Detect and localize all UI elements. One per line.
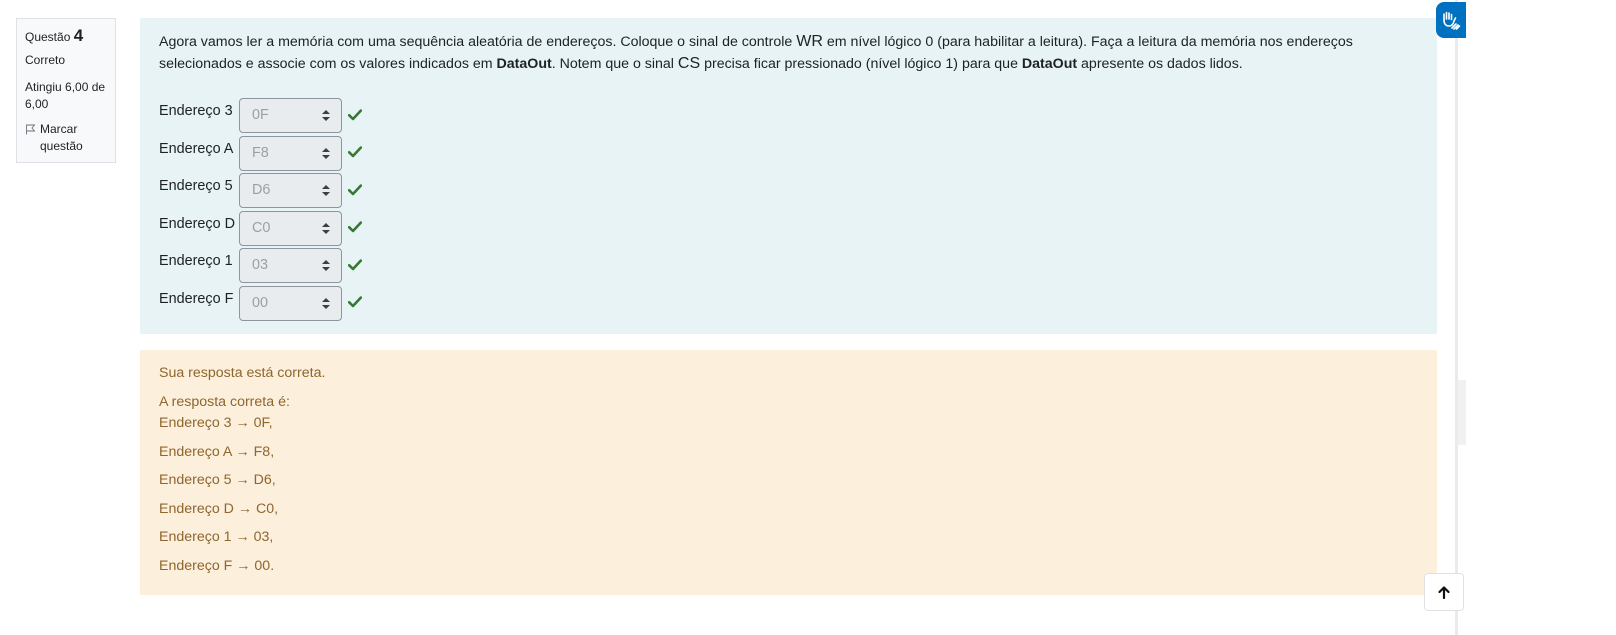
answer-select-value: F8 (252, 144, 269, 161)
signal-cs: CS (677, 55, 701, 72)
right-answer-item: Endereço F → 00. (159, 557, 275, 574)
question-formulation: Agora vamos ler a memória com uma sequên… (140, 18, 1437, 334)
check-icon (348, 296, 362, 308)
check-icon (348, 221, 362, 233)
question-text-part: precisa ficar pressionado (nível lógico … (700, 56, 1022, 72)
feedback-panel: Sua resposta está correta. A resposta co… (140, 350, 1437, 595)
match-row: Endereço D C0 (159, 210, 1417, 248)
question-text-part: . Notem que o sinal (551, 56, 678, 72)
answer-select[interactable]: C0 (239, 210, 342, 246)
arrow-up-icon (1438, 585, 1450, 599)
check-icon (348, 259, 362, 271)
sort-arrows-icon (322, 110, 330, 122)
sort-arrows-icon (322, 260, 330, 272)
answer-select[interactable]: D6 (239, 173, 342, 209)
right-answer-item: Endereço 5 → D6, (159, 472, 276, 488)
question-number: Questão 4 (25, 27, 107, 46)
signal-wr: WR (796, 33, 823, 50)
signal-dataout: DataOut (496, 56, 552, 72)
match-row: Endereço 3 0F (159, 97, 1417, 135)
check-icon (348, 109, 362, 121)
flag-question-label: Marcar questão (40, 122, 83, 153)
match-row: Endereço 5 D6 (159, 172, 1417, 210)
flag-question-link[interactable]: Marcar questão (25, 121, 107, 155)
check-icon (348, 184, 362, 196)
question-grade: Atingiu 6,00 de 6,00 (25, 80, 106, 111)
back-to-top-button[interactable] (1424, 573, 1464, 611)
address-label: Endereço F (159, 290, 234, 307)
right-answer-item: Endereço D → C0, (159, 500, 279, 517)
address-label: Endereço A (159, 140, 234, 157)
right-answer-item: Endereço 1 → 03, (159, 529, 274, 545)
answer-select-value: 03 (252, 257, 269, 274)
question-number-value: 4 (73, 26, 84, 45)
question-text-part: apresente os dados lidos. (1077, 56, 1243, 72)
answer-select[interactable]: 0F (239, 98, 342, 134)
answer-select-value: D6 (252, 182, 271, 199)
answer-select-value: 00 (252, 294, 269, 311)
answer-select-value: 0F (252, 107, 269, 124)
sign-language-icon (1443, 11, 1461, 30)
question-info-panel: Questão 4 Correto Atingiu 6,00 de 6,00 M… (16, 18, 116, 163)
right-answer-item: Endereço A → F8, (159, 443, 275, 460)
sort-arrows-icon (322, 185, 330, 197)
question-text: Agora vamos ler a memória com uma sequên… (159, 31, 1417, 75)
sort-arrows-icon (322, 222, 330, 234)
accessibility-button[interactable] (1436, 2, 1466, 38)
check-icon (348, 146, 362, 158)
answer-select[interactable]: 03 (239, 248, 342, 284)
scrollbar-track[interactable] (1455, 0, 1458, 635)
general-feedback: Sua resposta está correta. (159, 365, 326, 381)
address-label: Endereço 1 (159, 253, 233, 270)
question-state: Correto (25, 53, 66, 67)
address-label: Endereço D (159, 215, 235, 232)
answer-select-value: C0 (252, 219, 271, 236)
address-label: Endereço 5 (159, 178, 233, 195)
match-row: Endereço F 00 (159, 285, 1417, 323)
match-row: Endereço 1 03 (159, 247, 1417, 285)
right-answer-item: Endereço 3 → 0F, (159, 415, 273, 431)
address-label: Endereço 3 (159, 103, 233, 120)
right-answer-intro: A resposta correta é: (159, 394, 290, 410)
answer-select[interactable]: F8 (239, 135, 342, 171)
signal-dataout: DataOut (1021, 56, 1078, 72)
scrollbar-thumb[interactable] (1458, 380, 1466, 445)
flag-icon (26, 124, 36, 135)
sort-arrows-icon (322, 297, 330, 309)
match-rows: Endereço 3 0F Endereço A F8 Endereço 5 D… (159, 97, 1417, 322)
answer-select[interactable]: 00 (239, 285, 342, 321)
match-row: Endereço A F8 (159, 135, 1417, 173)
question-number-label: Questão (25, 30, 71, 44)
sort-arrows-icon (322, 147, 330, 159)
question-text-part: Agora vamos ler a memória com uma sequên… (159, 34, 797, 50)
